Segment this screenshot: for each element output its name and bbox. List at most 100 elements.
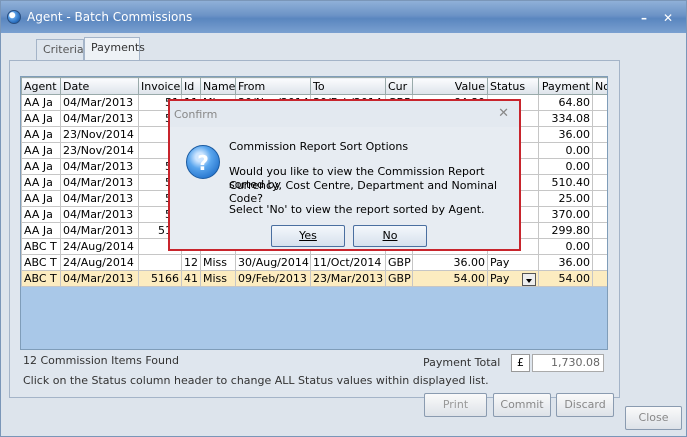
table-row[interactable]: ABC T 24/Aug/2014 12 Miss 30/Aug/2014 11/Oct/… <box>21 254 607 271</box>
table-cell: 0.00 <box>538 158 593 175</box>
table-cell: 370.00 <box>538 206 593 223</box>
print-button[interactable]: Print <box>424 393 487 417</box>
dialog-close-icon[interactable]: ✕ <box>498 106 509 121</box>
table-cell <box>592 142 607 159</box>
table-cell: AA Ja <box>21 222 61 239</box>
column-header[interactable]: No <box>592 77 607 95</box>
table-cell: 04/Mar/2013 <box>60 270 139 287</box>
column-header[interactable]: Cur <box>385 77 413 95</box>
table-cell: AA Ja <box>21 94 61 111</box>
table-cell: 23/Nov/2014 <box>60 126 139 143</box>
table-cell: Miss <box>200 270 236 287</box>
table-cell: 54.00 <box>538 270 593 287</box>
minimize-button[interactable]: – <box>637 11 651 25</box>
table-cell: AA Ja <box>21 142 61 159</box>
window-title: Agent - Batch Commissions <box>27 10 193 24</box>
table-cell: Pay <box>487 270 539 287</box>
payment-total-field: 1,730.08 <box>532 354 604 372</box>
table-cell: ABC T <box>21 270 61 287</box>
column-header[interactable]: Name <box>200 77 236 95</box>
no-button[interactable]: No <box>353 225 427 247</box>
table-row[interactable]: ABC T 04/Mar/2013 5166 41 Miss 09/Feb/2013 23/… <box>21 270 607 287</box>
table-cell: 5166 <box>138 270 182 287</box>
close-button[interactable]: Close <box>625 406 682 430</box>
table-cell <box>592 206 607 223</box>
app-icon <box>7 10 21 24</box>
batch-commissions-window: Agent - Batch Commissions – ✕ Criteria P… <box>0 0 687 437</box>
table-cell: 12 <box>181 254 201 271</box>
table-cell: 64.80 <box>538 94 593 111</box>
table-cell: ABC T <box>21 254 61 271</box>
title-bar: Agent - Batch Commissions – ✕ <box>1 1 686 33</box>
table-cell: AA Ja <box>21 174 61 191</box>
table-cell: Miss <box>200 254 236 271</box>
table-cell: 04/Mar/2013 <box>60 158 139 175</box>
column-header[interactable]: Id <box>181 77 201 95</box>
table-cell: 36.00 <box>412 254 488 271</box>
column-header[interactable]: Invoice <box>138 77 182 95</box>
table-cell <box>592 126 607 143</box>
table-cell: 510.40 <box>538 174 593 191</box>
table-cell: 36.00 <box>538 254 593 271</box>
status-value: Pay <box>490 271 510 285</box>
table-cell: 41 <box>181 270 201 287</box>
column-header[interactable]: Agent <box>21 77 61 95</box>
table-cell: 24/Aug/2014 <box>60 254 139 271</box>
payment-total-label: Payment Total <box>423 356 501 369</box>
column-header[interactable]: To <box>310 77 386 95</box>
table-cell: 04/Mar/2013 <box>60 190 139 207</box>
yes-button[interactable]: Yes <box>271 225 345 247</box>
table-cell <box>592 110 607 127</box>
table-cell <box>592 174 607 191</box>
table-cell <box>592 190 607 207</box>
table-cell: 04/Mar/2013 <box>60 222 139 239</box>
table-cell <box>138 254 182 271</box>
table-cell: AA Ja <box>21 190 61 207</box>
dialog-line-3: Select 'No' to view the report sorted by… <box>229 203 485 216</box>
close-window-button[interactable]: ✕ <box>661 11 675 25</box>
column-header[interactable]: Status <box>487 77 539 95</box>
currency-symbol: £ <box>511 354 530 372</box>
question-icon: ? <box>186 145 220 179</box>
table-cell: 0.00 <box>538 142 593 159</box>
status-hint-text: Click on the Status column header to cha… <box>23 374 489 387</box>
items-found-text: 12 Commission Items Found <box>23 354 179 367</box>
table-cell: AA Ja <box>21 126 61 143</box>
table-cell: 04/Mar/2013 <box>60 94 139 111</box>
table-cell: Pay <box>487 254 539 271</box>
table-cell: 25.00 <box>538 190 593 207</box>
table-cell: ABC T <box>21 238 61 255</box>
column-header[interactable]: Value <box>412 77 488 95</box>
discard-button[interactable]: Discard <box>556 393 614 417</box>
table-cell: 36.00 <box>538 126 593 143</box>
table-cell: 23/Nov/2014 <box>60 142 139 159</box>
table-cell <box>592 238 607 255</box>
table-cell: AA Ja <box>21 158 61 175</box>
column-header[interactable]: Date <box>60 77 139 95</box>
table-cell: AA Ja <box>21 206 61 223</box>
table-cell: GBP <box>385 254 413 271</box>
table-cell: 11/Oct/2014 <box>310 254 386 271</box>
table-cell: 54.00 <box>412 270 488 287</box>
table-cell: 24/Aug/2014 <box>60 238 139 255</box>
table-cell: GBP <box>385 270 413 287</box>
table-cell <box>592 222 607 239</box>
dialog-line-2: Currency, Cost Centre, Department and No… <box>229 179 498 205</box>
table-cell: AA Ja <box>21 110 61 127</box>
table-cell: 04/Mar/2013 <box>60 174 139 191</box>
dialog-title: Confirm <box>170 101 519 127</box>
status-dropdown-icon[interactable] <box>522 272 536 286</box>
table-cell: 0.00 <box>538 238 593 255</box>
table-cell <box>592 270 607 287</box>
column-header[interactable]: Payment <box>538 77 593 95</box>
commit-button[interactable]: Commit <box>493 393 551 417</box>
table-cell: 04/Mar/2013 <box>60 110 139 127</box>
tab-payments[interactable]: Payments <box>84 37 145 61</box>
table-cell <box>592 158 607 175</box>
tab-criteria[interactable]: Criteria <box>36 39 84 60</box>
table-cell: 04/Mar/2013 <box>60 206 139 223</box>
table-cell: 30/Aug/2014 <box>235 254 311 271</box>
table-cell: 23/Mar/2013 <box>310 270 386 287</box>
table-cell: 09/Feb/2013 <box>235 270 311 287</box>
column-header[interactable]: From <box>235 77 311 95</box>
